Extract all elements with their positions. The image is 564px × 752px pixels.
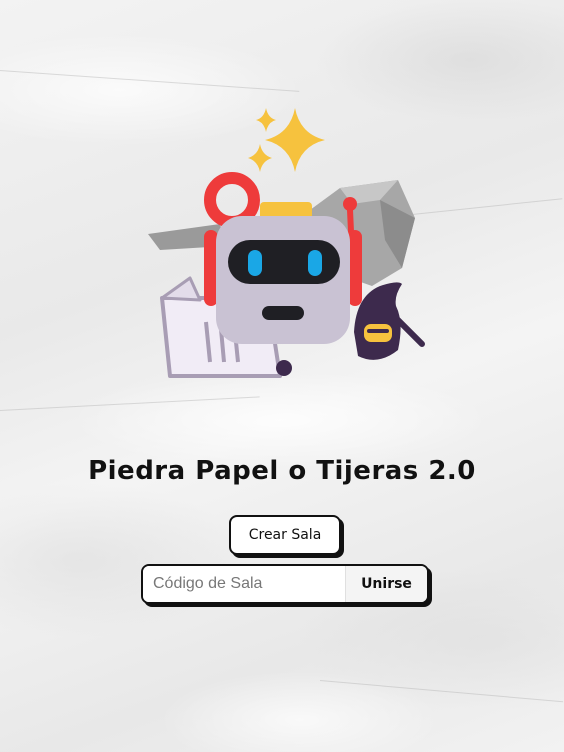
sparkle-icon: [248, 108, 325, 172]
join-button[interactable]: Unirse: [345, 566, 427, 602]
ninja-icon: [354, 282, 425, 360]
robot-icon: [204, 202, 362, 344]
hero-robot-illustration: [148, 108, 425, 378]
page-title: Piedra Papel o Tijeras 2.0: [88, 456, 476, 486]
room-code-input[interactable]: [143, 566, 345, 602]
create-room-button[interactable]: Crear Sala: [229, 515, 341, 555]
join-room-form: Unirse: [141, 564, 429, 604]
